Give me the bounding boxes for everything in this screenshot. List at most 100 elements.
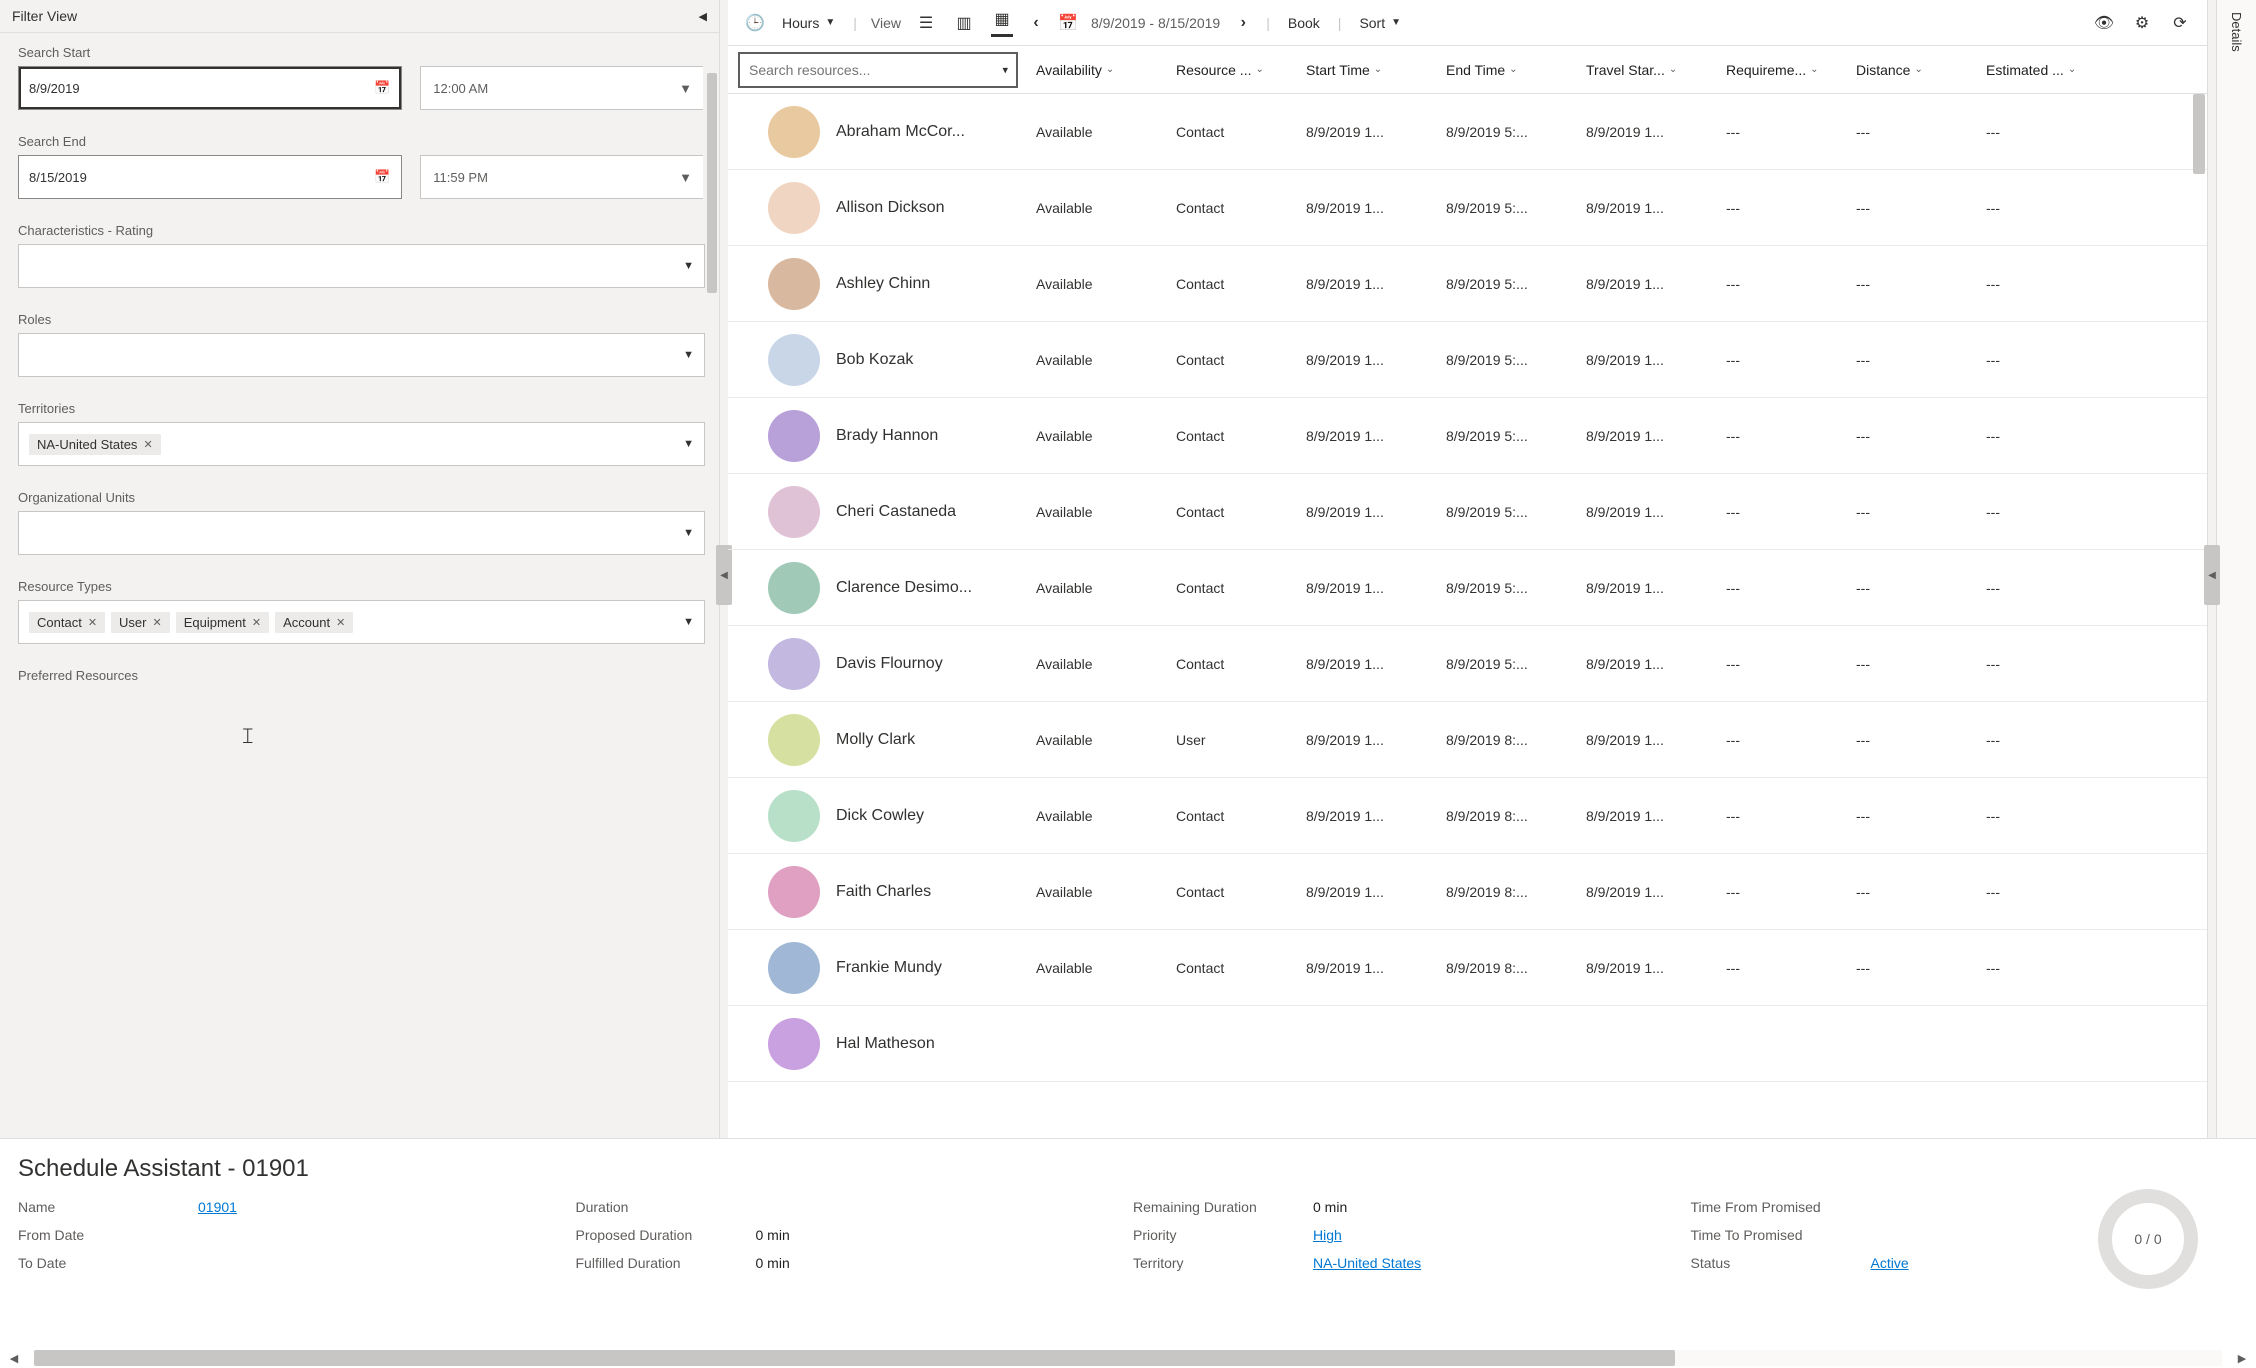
status-label: Status: [1691, 1255, 1871, 1271]
table-row[interactable]: Brady HannonAvailableContact8/9/2019 1..…: [728, 398, 2207, 474]
search-start-date-input[interactable]: 8/9/2019 📅: [18, 66, 402, 110]
column-header[interactable]: Estimated ...⌄: [1978, 46, 2138, 93]
column-header[interactable]: Requireme...⌄: [1718, 46, 1848, 93]
calendar-icon[interactable]: 📅: [373, 168, 391, 186]
filter-scrollbar[interactable]: [703, 33, 719, 1309]
remove-chip-icon[interactable]: ✕: [88, 616, 97, 629]
resource-types-select[interactable]: Contact✕User✕Equipment✕Account✕ ▼: [18, 600, 705, 644]
table-row[interactable]: Faith CharlesAvailableContact8/9/2019 1.…: [728, 854, 2207, 930]
name-label: Name: [18, 1199, 198, 1215]
filter-chip[interactable]: Contact✕: [29, 612, 105, 633]
collapse-filter-icon[interactable]: ◀: [699, 10, 707, 23]
end-time-cell: 8/9/2019 8:...: [1438, 884, 1578, 900]
column-header[interactable]: Start Time⌄: [1298, 46, 1438, 93]
table-row[interactable]: Hal Matheson: [728, 1006, 2207, 1082]
start-time-cell: 8/9/2019 1...: [1298, 428, 1438, 444]
filter-chip[interactable]: Equipment✕: [176, 612, 269, 633]
caret-down-icon[interactable]: ▾: [1002, 64, 1008, 77]
estimated-cell: ---: [1978, 352, 2138, 368]
resource-types-label: Resource Types: [18, 579, 705, 594]
territories-select[interactable]: NA-United States✕ ▼: [18, 422, 705, 466]
characteristics-label: Characteristics - Rating: [18, 223, 705, 238]
characteristics-select[interactable]: ▼: [18, 244, 705, 288]
table-row[interactable]: Allison DicksonAvailableContact8/9/2019 …: [728, 170, 2207, 246]
org-units-select[interactable]: ▼: [18, 511, 705, 555]
resource-name: Bob Kozak: [836, 351, 913, 369]
schedule-assistant-panel: Schedule Assistant - 01901 Name 01901 Fr…: [0, 1138, 2256, 1368]
book-button[interactable]: Book: [1284, 13, 1324, 33]
avatar: [768, 182, 820, 234]
distance-cell: ---: [1848, 580, 1978, 596]
text-cursor-icon: 𝙸: [240, 723, 256, 749]
remove-chip-icon[interactable]: ✕: [152, 616, 161, 629]
prev-arrow-icon[interactable]: ‹: [1027, 14, 1045, 32]
table-row[interactable]: Cheri CastanedaAvailableContact8/9/2019 …: [728, 474, 2207, 550]
search-end-label: Search End: [18, 134, 705, 149]
gear-icon[interactable]: ⚙: [2133, 14, 2151, 32]
scroll-left-icon[interactable]: ◀: [6, 1352, 22, 1365]
column-header[interactable]: End Time⌄: [1438, 46, 1578, 93]
territory-label: Territory: [1133, 1255, 1313, 1271]
resource-type-cell: Contact: [1168, 884, 1298, 900]
date-range-label: 8/9/2019 - 8/15/2019: [1091, 15, 1220, 31]
eye-icon[interactable]: 👁: [2095, 14, 2113, 32]
grid-view-icon[interactable]: ▦: [991, 9, 1013, 37]
table-row[interactable]: Clarence Desimo...AvailableContact8/9/20…: [728, 550, 2207, 626]
column-header[interactable]: Travel Star...⌄: [1578, 46, 1718, 93]
travel-start-cell: 8/9/2019 1...: [1578, 884, 1718, 900]
search-start-time-select[interactable]: 12:00 AM ▼: [420, 66, 705, 110]
bottom-horizontal-scroll[interactable]: ◀ ▶: [0, 1348, 2256, 1368]
filter-chip[interactable]: Account✕: [275, 612, 353, 633]
column-header[interactable]: Resource ...⌄: [1168, 46, 1298, 93]
remove-chip-icon[interactable]: ✕: [252, 616, 261, 629]
table-row[interactable]: Molly ClarkAvailableUser8/9/2019 1...8/9…: [728, 702, 2207, 778]
resource-name: Davis Flournoy: [836, 655, 943, 673]
avatar: [768, 410, 820, 462]
table-row[interactable]: Ashley ChinnAvailableContact8/9/2019 1..…: [728, 246, 2207, 322]
name-link[interactable]: 01901: [198, 1199, 566, 1215]
next-arrow-icon[interactable]: ›: [1234, 14, 1252, 32]
resource-search-input[interactable]: [738, 52, 1018, 88]
table-row[interactable]: Abraham McCor...AvailableContact8/9/2019…: [728, 94, 2207, 170]
start-time-cell: 8/9/2019 1...: [1298, 352, 1438, 368]
column-header[interactable]: Availability⌄: [1028, 46, 1168, 93]
table-row[interactable]: Dick CowleyAvailableContact8/9/2019 1...…: [728, 778, 2207, 854]
end-time-cell: 8/9/2019 8:...: [1438, 732, 1578, 748]
calendar-icon[interactable]: 📅: [373, 79, 391, 97]
resource-type-cell: Contact: [1168, 960, 1298, 976]
column-view-icon[interactable]: ▥: [953, 9, 975, 37]
refresh-icon[interactable]: ⟳: [2171, 14, 2189, 32]
resource-name: Faith Charles: [836, 883, 931, 901]
start-time-cell: 8/9/2019 1...: [1298, 580, 1438, 596]
resource-name: Abraham McCor...: [836, 123, 965, 141]
search-end-date-input[interactable]: 8/15/2019 📅: [18, 155, 402, 199]
distance-cell: ---: [1848, 656, 1978, 672]
resource-name: Molly Clark: [836, 731, 915, 749]
search-end-time-select[interactable]: 11:59 PM ▼: [420, 155, 705, 199]
remove-chip-icon[interactable]: ✕: [336, 616, 345, 629]
start-time-cell: 8/9/2019 1...: [1298, 504, 1438, 520]
preferred-resources-label: Preferred Resources: [18, 668, 705, 683]
estimated-cell: ---: [1978, 428, 2138, 444]
distance-cell: ---: [1848, 504, 1978, 520]
avatar: [768, 562, 820, 614]
territory-link[interactable]: NA-United States: [1313, 1255, 1681, 1271]
table-row[interactable]: Bob KozakAvailableContact8/9/2019 1...8/…: [728, 322, 2207, 398]
filter-chip[interactable]: NA-United States✕: [29, 434, 161, 455]
column-header[interactable]: Distance⌄: [1848, 46, 1978, 93]
hours-dropdown[interactable]: Hours ▼: [778, 13, 839, 33]
table-row[interactable]: Frankie MundyAvailableContact8/9/2019 1.…: [728, 930, 2207, 1006]
priority-link[interactable]: High: [1313, 1227, 1681, 1243]
estimated-cell: ---: [1978, 732, 2138, 748]
remove-chip-icon[interactable]: ✕: [143, 438, 152, 451]
calendar-icon[interactable]: 📅: [1059, 14, 1077, 32]
sort-dropdown[interactable]: Sort ▼: [1355, 13, 1405, 33]
roles-select[interactable]: ▼: [18, 333, 705, 377]
distance-cell: ---: [1848, 960, 1978, 976]
scroll-right-icon[interactable]: ▶: [2234, 1352, 2250, 1365]
table-row[interactable]: Davis FlournoyAvailableContact8/9/2019 1…: [728, 626, 2207, 702]
filter-chip[interactable]: User✕: [111, 612, 170, 633]
travel-start-cell: 8/9/2019 1...: [1578, 960, 1718, 976]
distance-cell: ---: [1848, 808, 1978, 824]
list-view-icon[interactable]: ☰: [915, 9, 937, 37]
